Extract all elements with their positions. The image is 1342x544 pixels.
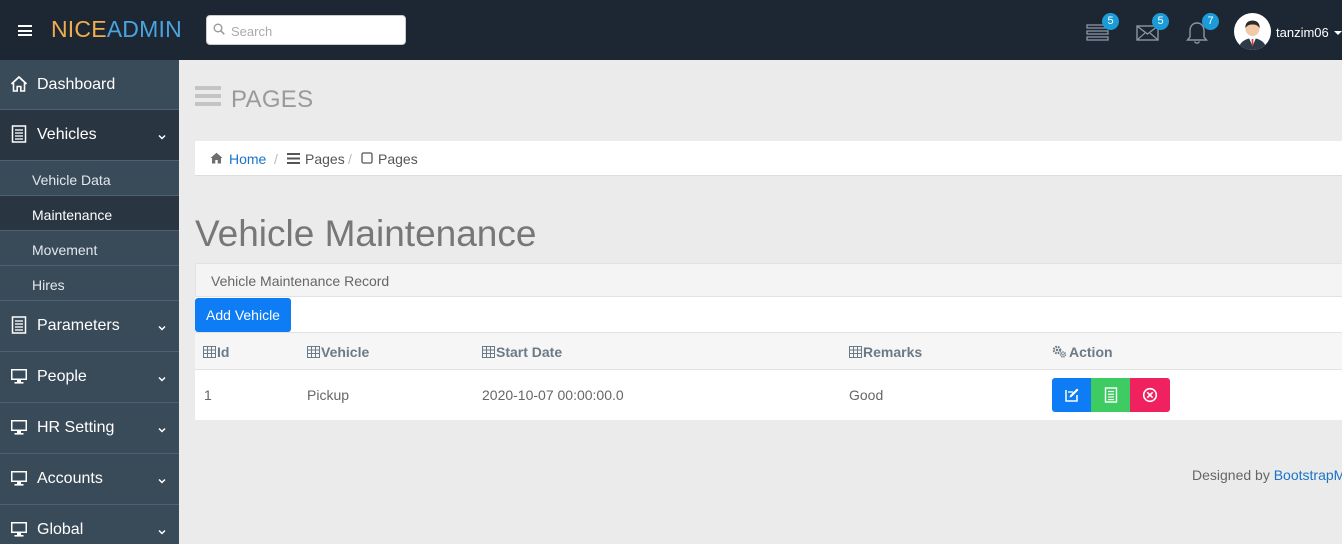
user-avatar-icon bbox=[1234, 13, 1271, 50]
footer-link[interactable]: BootstrapM bbox=[1274, 467, 1342, 483]
breadcrumb-current: Pages bbox=[378, 151, 418, 167]
menu-toggle-icon[interactable] bbox=[18, 25, 32, 36]
column-header-label: Remarks bbox=[863, 344, 923, 360]
column-header-start-date[interactable]: Start Date bbox=[482, 344, 562, 360]
view-button[interactable] bbox=[1091, 378, 1131, 412]
close-circle-icon bbox=[1142, 387, 1158, 403]
chevron-down-icon bbox=[158, 376, 166, 382]
sidebar-item-global[interactable]: Global bbox=[0, 505, 179, 544]
messages-dropdown[interactable]: 5 bbox=[1136, 13, 1169, 46]
sidebar-item-label: Vehicles bbox=[37, 126, 97, 143]
logo[interactable]: NICEADMIN bbox=[51, 16, 182, 43]
column-header-action: Action bbox=[1052, 344, 1113, 360]
cell-remarks: Good bbox=[849, 387, 884, 403]
search-input[interactable] bbox=[231, 21, 401, 41]
cell-id: 1 bbox=[204, 387, 212, 403]
column-header-label: Id bbox=[217, 344, 230, 360]
notifications-badge: 7 bbox=[1202, 13, 1219, 30]
search-icon bbox=[213, 23, 225, 35]
table-icon bbox=[849, 346, 862, 358]
messages-badge: 5 bbox=[1152, 13, 1169, 30]
breadcrumb-separator: / bbox=[348, 151, 352, 167]
monitor-icon bbox=[11, 522, 27, 537]
sidebar-subitem-vehicle-data[interactable]: Vehicle Data bbox=[0, 161, 179, 196]
column-header-label: Vehicle bbox=[321, 344, 370, 360]
sidebar-subitem-label: Hires bbox=[32, 277, 65, 293]
page-title: Vehicle Maintenance bbox=[195, 213, 537, 254]
table-icon bbox=[307, 346, 320, 358]
edit-icon bbox=[1065, 388, 1079, 402]
username[interactable]: tanzim06 bbox=[1276, 25, 1329, 40]
sidebar-subitem-label: Vehicle Data bbox=[32, 172, 111, 188]
column-header-vehicle[interactable]: Vehicle bbox=[307, 344, 369, 360]
top-navbar: NICEADMIN 5 5 7 tanzim06 bbox=[0, 0, 1342, 60]
page-heading-bars-icon bbox=[195, 86, 221, 108]
footer-prefix: Designed by bbox=[1192, 467, 1274, 483]
cogs-icon bbox=[1052, 345, 1067, 358]
breadcrumb: Home / Pages / Pages bbox=[195, 141, 1342, 176]
breadcrumb-pages-link[interactable]: Pages bbox=[305, 151, 345, 167]
document-icon bbox=[11, 125, 27, 143]
sidebar-item-accounts[interactable]: Accounts bbox=[0, 454, 179, 505]
sidebar-item-label: HR Setting bbox=[37, 419, 115, 436]
sidebar-subitem-maintenance[interactable]: Maintenance bbox=[0, 196, 179, 231]
chevron-down-icon bbox=[158, 134, 166, 140]
sidebar-subitem-movement[interactable]: Movement bbox=[0, 231, 179, 266]
sidebar-item-people[interactable]: People bbox=[0, 352, 179, 403]
sidebar-item-label: Parameters bbox=[37, 317, 120, 334]
page-heading: PAGES bbox=[231, 86, 314, 113]
notifications-dropdown[interactable]: 7 bbox=[1186, 13, 1219, 46]
sidebar-item-dashboard[interactable]: Dashboard bbox=[0, 60, 179, 110]
column-header-remarks[interactable]: Remarks bbox=[849, 344, 922, 360]
avatar[interactable] bbox=[1234, 13, 1271, 50]
table-icon bbox=[203, 346, 216, 358]
delete-button[interactable] bbox=[1130, 378, 1170, 412]
monitor-icon bbox=[11, 471, 27, 486]
document-icon bbox=[1104, 387, 1118, 403]
monitor-icon bbox=[11, 369, 27, 384]
chevron-down-icon bbox=[158, 325, 166, 331]
logo-admin: ADMIN bbox=[106, 16, 182, 42]
logo-nice: NICE bbox=[51, 16, 107, 42]
chevron-down-icon bbox=[158, 529, 166, 535]
panel-title: Vehicle Maintenance Record bbox=[211, 273, 390, 289]
cell-start-date: 2020-10-07 00:00:00.0 bbox=[482, 387, 624, 403]
monitor-icon bbox=[11, 420, 27, 435]
table-header-row: Id Vehicle Start Date Remarks Action bbox=[195, 332, 1342, 370]
sidebar-item-label: People bbox=[37, 368, 87, 385]
bars-icon bbox=[287, 153, 300, 164]
document-icon bbox=[11, 316, 27, 334]
footer-credit: Designed by BootstrapM bbox=[1192, 467, 1342, 483]
search-box bbox=[206, 15, 406, 45]
column-header-label: Action bbox=[1069, 344, 1113, 360]
table-icon bbox=[482, 346, 495, 358]
square-icon bbox=[361, 152, 373, 164]
edit-button[interactable] bbox=[1052, 378, 1092, 412]
user-caret-icon[interactable] bbox=[1334, 31, 1342, 35]
breadcrumb-separator: / bbox=[274, 151, 278, 167]
sidebar-subitem-label: Maintenance bbox=[32, 207, 113, 223]
sidebar-item-label: Accounts bbox=[37, 470, 103, 487]
column-header-label: Start Date bbox=[496, 344, 563, 360]
tasks-dropdown[interactable]: 5 bbox=[1086, 13, 1119, 46]
sidebar-item-label: Dashboard bbox=[37, 76, 116, 93]
sidebar-subitem-label: Movement bbox=[32, 242, 98, 258]
sidebar-item-hr-setting[interactable]: HR Setting bbox=[0, 403, 179, 454]
sidebar-item-label: Global bbox=[37, 521, 84, 538]
chevron-down-icon bbox=[158, 427, 166, 433]
tasks-badge: 5 bbox=[1102, 13, 1119, 30]
sidebar: Dashboard Vehicles Vehicle Data Maintena… bbox=[0, 60, 179, 544]
breadcrumb-home-link[interactable]: Home bbox=[229, 151, 266, 167]
chevron-down-icon bbox=[158, 478, 166, 484]
sidebar-item-parameters[interactable]: Parameters bbox=[0, 301, 179, 352]
home-icon bbox=[10, 76, 28, 92]
home-icon bbox=[210, 152, 223, 164]
cell-vehicle: Pickup bbox=[307, 387, 350, 403]
column-header-id[interactable]: Id bbox=[203, 344, 229, 360]
sidebar-item-vehicles[interactable]: Vehicles bbox=[0, 110, 179, 161]
add-vehicle-button[interactable]: Add Vehicle bbox=[195, 298, 291, 332]
sidebar-subitem-hires[interactable]: Hires bbox=[0, 266, 179, 301]
panel-header: Vehicle Maintenance Record bbox=[195, 263, 1342, 297]
